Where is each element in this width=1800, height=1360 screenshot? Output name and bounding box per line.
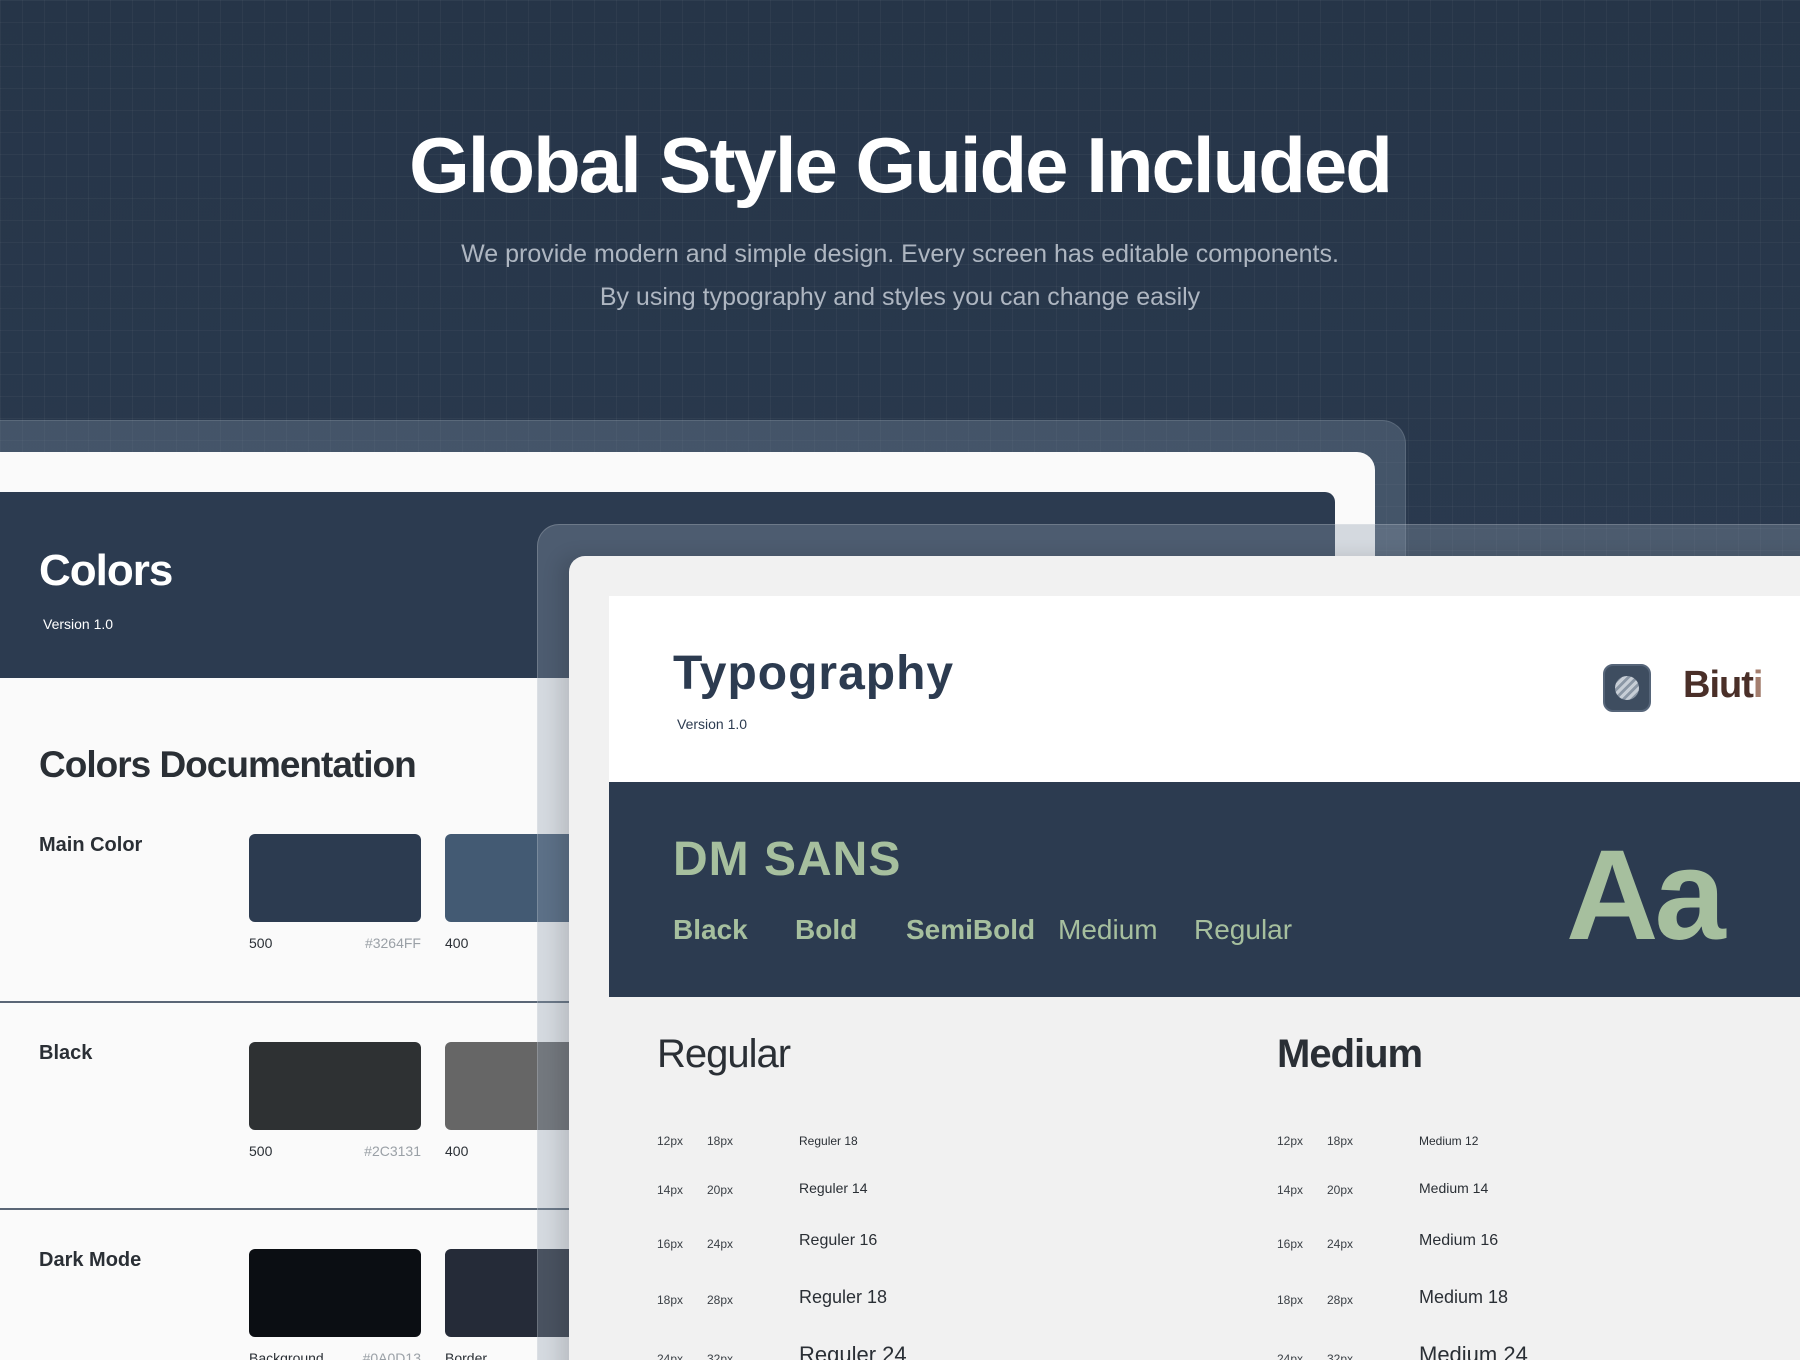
type-size: 18px — [1277, 1293, 1304, 1307]
type-sample: Reguler 18 — [799, 1134, 858, 1148]
type-sample: Reguler 14 — [799, 1180, 868, 1196]
swatch-hex: #2C3131 — [364, 1143, 421, 1159]
color-section-label: Dark Mode — [39, 1249, 142, 1271]
typography-title: Typography — [673, 647, 955, 700]
type-line-height: 32px — [1327, 1352, 1354, 1360]
type-line-height: 20px — [707, 1183, 734, 1197]
column-title-regular: Regular — [657, 1032, 791, 1076]
column-title-medium: Medium — [1277, 1032, 1423, 1076]
type-size: 18px — [657, 1293, 684, 1307]
type-sample: Medium 24 — [1419, 1342, 1528, 1360]
font-weight-semibold: SemiBold — [906, 914, 1036, 945]
typography-header: Typography Version 1.0 Biuti — [609, 596, 1800, 782]
swatch-hex: #0A0D13 — [362, 1350, 421, 1360]
type-sample: Medium 12 — [1419, 1134, 1479, 1148]
type-sample: Medium 18 — [1419, 1287, 1509, 1307]
type-size: 16px — [1277, 1237, 1304, 1251]
type-size: 14px — [1277, 1183, 1304, 1197]
type-size: 24px — [1277, 1352, 1304, 1360]
type-sample: Medium 16 — [1419, 1232, 1499, 1249]
type-line-height: 18px — [1327, 1134, 1354, 1148]
type-line-height: 20px — [1327, 1183, 1354, 1197]
type-line-height: 18px — [707, 1134, 734, 1148]
swatch-name: 400 — [445, 935, 469, 951]
typography-card: Typography Version 1.0 Biuti DM SANS Bla… — [569, 556, 1800, 1360]
colors-version: Version 1.0 — [43, 616, 114, 632]
font-weight-regular: Regular — [1194, 914, 1293, 945]
swatch-name: 500 — [249, 935, 273, 951]
type-size: 12px — [657, 1134, 684, 1148]
font-specimen: Aa — [1566, 824, 1726, 967]
hero-subtitle-line1: We provide modern and simple design. Eve… — [461, 240, 1339, 268]
font-weight-medium: Medium — [1058, 914, 1158, 945]
font-weight-bold: Bold — [795, 914, 858, 945]
swatch-name: Border — [445, 1350, 488, 1360]
color-swatch-black-500[interactable] — [249, 1042, 421, 1130]
type-size: 24px — [657, 1352, 684, 1360]
type-line-height: 24px — [1327, 1237, 1354, 1251]
type-sample: Reguler 16 — [799, 1232, 878, 1249]
type-line-height: 28px — [707, 1293, 734, 1307]
type-sample: Medium 14 — [1419, 1180, 1489, 1196]
type-sample: Reguler 18 — [799, 1287, 888, 1307]
type-line-height: 28px — [1327, 1293, 1354, 1307]
type-sample: Reguler 24 — [799, 1342, 907, 1360]
brand-logo-icon — [1603, 664, 1651, 712]
font-family-panel: DM SANS Black Bold SemiBold Medium Regul… — [609, 782, 1800, 997]
type-size: 14px — [657, 1183, 684, 1197]
colors-title: Colors — [39, 546, 173, 595]
swatch-name: 400 — [445, 1143, 469, 1159]
color-section-label: Black — [39, 1042, 93, 1064]
color-swatch-dark-background[interactable] — [249, 1249, 421, 1337]
hero-title: Global Style Guide Included — [409, 121, 1393, 209]
type-line-height: 32px — [707, 1352, 734, 1360]
font-family-name: DM SANS — [673, 833, 902, 886]
font-weight-black: Black — [673, 914, 748, 945]
swatch-name: 500 — [249, 1143, 273, 1159]
colors-documentation-title: Colors Documentation — [39, 744, 417, 785]
type-size: 16px — [657, 1237, 684, 1251]
brand-logo-text: Biuti — [1683, 664, 1763, 706]
swatch-name: Background — [249, 1350, 324, 1360]
color-swatch-main-500[interactable] — [249, 834, 421, 922]
type-line-height: 24px — [707, 1237, 734, 1251]
typography-version: Version 1.0 — [677, 716, 748, 732]
type-size: 12px — [1277, 1134, 1304, 1148]
hero-subtitle-line2: By using typography and styles you can c… — [599, 283, 1201, 311]
color-section-label: Main Color — [39, 834, 143, 856]
swatch-hex: #3264FF — [364, 935, 421, 951]
